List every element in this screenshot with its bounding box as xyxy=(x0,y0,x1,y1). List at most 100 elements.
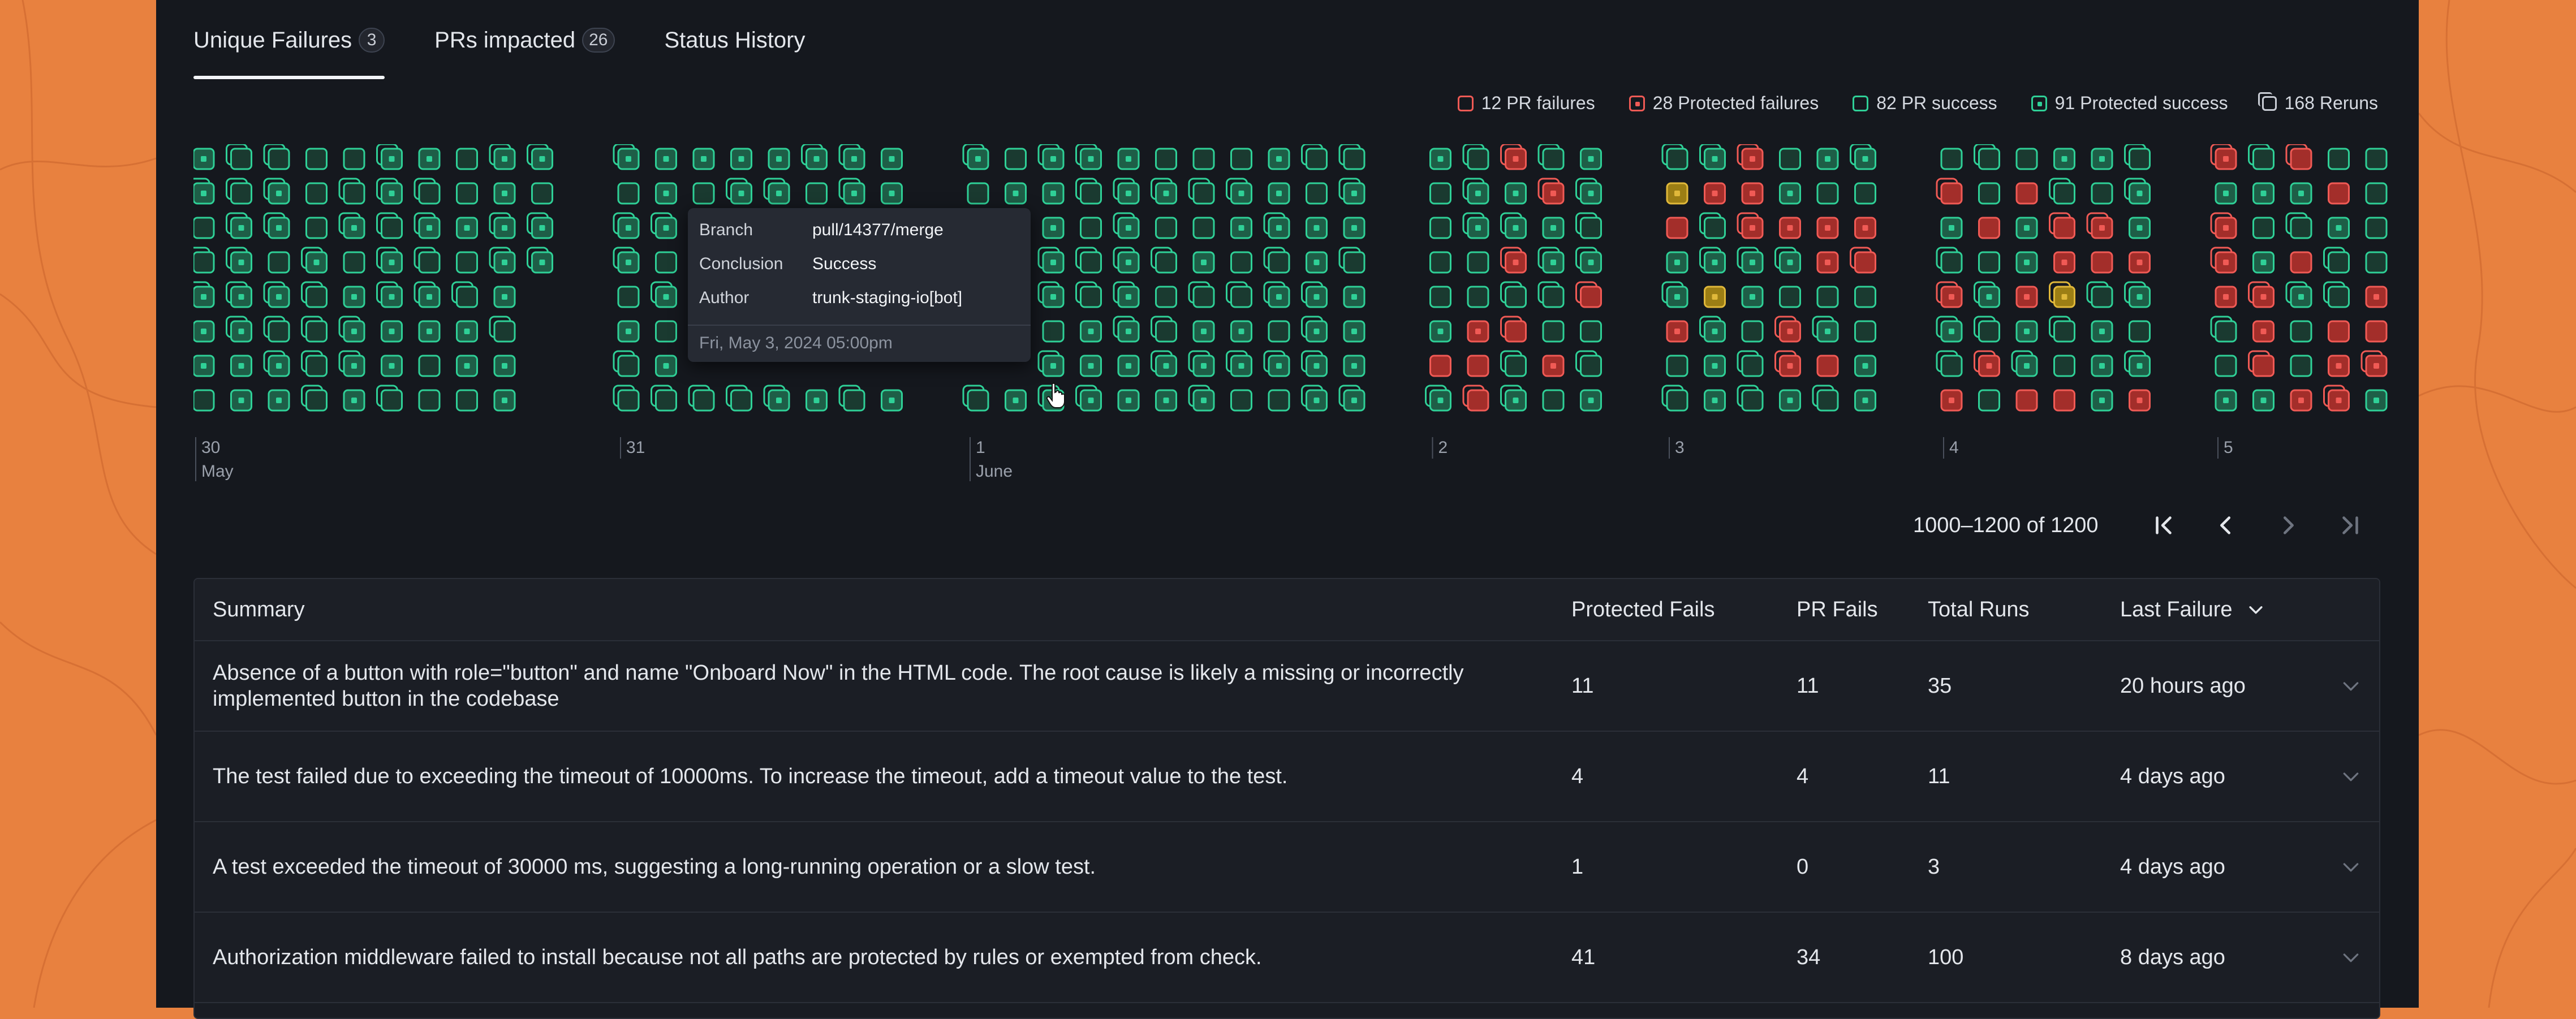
successful-run-cell[interactable] xyxy=(1974,316,2000,343)
successful-run-cell[interactable] xyxy=(1737,385,1764,412)
successful-run-cell[interactable] xyxy=(1268,320,1290,343)
failed-run-cell[interactable] xyxy=(1500,316,1527,343)
successful-run-cell[interactable] xyxy=(1542,217,1565,239)
successful-run-cell[interactable] xyxy=(2129,320,2151,343)
successful-run-cell[interactable] xyxy=(1666,355,1688,377)
successful-run-cell[interactable] xyxy=(1467,286,1489,308)
successful-run-cell[interactable] xyxy=(1774,247,1801,274)
failed-run-cell[interactable] xyxy=(2215,286,2237,308)
successful-run-cell[interactable] xyxy=(376,385,403,412)
successful-run-cell[interactable] xyxy=(263,144,290,170)
successful-run-cell[interactable] xyxy=(2091,320,2113,343)
successful-run-cell[interactable] xyxy=(1192,148,1215,170)
successful-run-cell[interactable] xyxy=(1580,389,1602,412)
successful-run-cell[interactable] xyxy=(2323,281,2350,308)
successful-run-cell[interactable] xyxy=(881,148,903,170)
successful-run-cell[interactable] xyxy=(692,182,715,205)
successful-run-cell[interactable] xyxy=(1936,350,1963,377)
successful-run-cell[interactable] xyxy=(376,212,403,239)
successful-run-cell[interactable] xyxy=(2365,148,2388,170)
failed-run-cell[interactable] xyxy=(2248,350,2275,377)
successful-run-cell[interactable] xyxy=(881,182,903,205)
failed-run-cell[interactable] xyxy=(1737,212,1764,239)
successful-run-cell[interactable] xyxy=(1505,182,1527,205)
successful-run-cell[interactable] xyxy=(805,182,828,205)
successful-run-cell[interactable] xyxy=(1113,178,1140,205)
successful-run-cell[interactable] xyxy=(617,320,640,343)
successful-run-cell[interactable] xyxy=(193,178,215,205)
failed-run-cell[interactable] xyxy=(1974,350,2000,377)
successful-run-cell[interactable] xyxy=(456,389,478,412)
successful-run-cell[interactable] xyxy=(193,389,215,412)
successful-run-cell[interactable] xyxy=(226,212,252,239)
successful-run-cell[interactable] xyxy=(1155,148,1177,170)
table-row[interactable]: Absence of a button with role="button" a… xyxy=(195,641,2379,732)
successful-run-cell[interactable] xyxy=(1816,182,1839,205)
run-heatmap[interactable]: 30 May 31 1 June 2 3 4 5 xyxy=(193,144,2388,483)
successful-run-cell[interactable] xyxy=(493,286,516,308)
successful-run-cell[interactable] xyxy=(1741,286,1764,308)
failed-run-cell[interactable] xyxy=(1978,217,2000,239)
successful-run-cell[interactable] xyxy=(1429,320,1451,343)
successful-run-cell[interactable] xyxy=(1854,389,1876,412)
successful-run-cell[interactable] xyxy=(1155,217,1177,239)
successful-run-cell[interactable] xyxy=(531,182,553,205)
successful-run-cell[interactable] xyxy=(527,247,553,274)
successful-run-cell[interactable] xyxy=(1075,178,1102,205)
successful-run-cell[interactable] xyxy=(1429,286,1451,308)
successful-run-cell[interactable] xyxy=(2290,320,2312,343)
successful-run-cell[interactable] xyxy=(768,148,790,170)
successful-run-cell[interactable] xyxy=(193,320,215,343)
successful-run-cell[interactable] xyxy=(962,144,989,170)
table-row[interactable]: The test failed due to exceeding the tim… xyxy=(195,732,2379,822)
successful-run-cell[interactable] xyxy=(226,316,252,343)
successful-run-cell[interactable] xyxy=(1741,320,1764,343)
successful-run-cell[interactable] xyxy=(263,316,290,343)
successful-run-cell[interactable] xyxy=(376,247,403,274)
successful-run-cell[interactable] xyxy=(1816,148,1839,170)
successful-run-cell[interactable] xyxy=(376,281,403,308)
successful-run-cell[interactable] xyxy=(193,281,215,308)
successful-run-cell[interactable] xyxy=(1301,385,1328,412)
successful-run-cell[interactable] xyxy=(655,148,677,170)
successful-run-cell[interactable] xyxy=(1268,389,1290,412)
successful-run-cell[interactable] xyxy=(343,286,365,308)
successful-run-cell[interactable] xyxy=(1704,389,1726,412)
failed-run-cell[interactable] xyxy=(2053,389,2075,412)
successful-run-cell[interactable] xyxy=(655,355,677,377)
next-page-button[interactable] xyxy=(2257,504,2319,546)
successful-run-cell[interactable] xyxy=(1037,144,1065,170)
failed-run-cell[interactable] xyxy=(1940,389,1963,412)
successful-run-cell[interactable] xyxy=(1661,281,1688,308)
successful-run-cell[interactable] xyxy=(801,144,828,170)
successful-run-cell[interactable] xyxy=(2011,350,2038,377)
successful-run-cell[interactable] xyxy=(1343,217,1365,239)
successful-run-cell[interactable] xyxy=(1429,217,1451,239)
successful-run-cell[interactable] xyxy=(2365,389,2388,412)
successful-run-cell[interactable] xyxy=(1500,212,1527,239)
successful-run-cell[interactable] xyxy=(2124,144,2151,170)
successful-run-cell[interactable] xyxy=(2053,148,2075,170)
successful-run-cell[interactable] xyxy=(651,385,677,412)
successful-run-cell[interactable] xyxy=(1230,148,1252,170)
flaky-run-cell[interactable] xyxy=(1704,286,1726,308)
tab-status-history[interactable]: Status History xyxy=(665,0,805,80)
table-row[interactable]: A test exceeded the timeout of 30000 ms,… xyxy=(195,822,2379,913)
failed-run-cell[interactable] xyxy=(1774,316,1801,343)
failed-run-cell[interactable] xyxy=(2360,350,2388,377)
successful-run-cell[interactable] xyxy=(489,247,516,274)
successful-run-cell[interactable] xyxy=(1575,212,1602,239)
failed-run-cell[interactable] xyxy=(1816,251,1839,274)
successful-run-cell[interactable] xyxy=(1462,144,1489,170)
successful-run-cell[interactable] xyxy=(2252,217,2275,239)
successful-run-cell[interactable] xyxy=(1978,251,2000,274)
successful-run-cell[interactable] xyxy=(1940,217,1963,239)
successful-run-cell[interactable] xyxy=(2091,355,2113,377)
successful-run-cell[interactable] xyxy=(1500,281,1527,308)
successful-run-cell[interactable] xyxy=(343,251,365,274)
successful-run-cell[interactable] xyxy=(2252,182,2275,205)
successful-run-cell[interactable] xyxy=(730,148,752,170)
successful-run-cell[interactable] xyxy=(527,144,553,170)
successful-run-cell[interactable] xyxy=(1151,178,1177,205)
successful-run-cell[interactable] xyxy=(651,212,677,239)
